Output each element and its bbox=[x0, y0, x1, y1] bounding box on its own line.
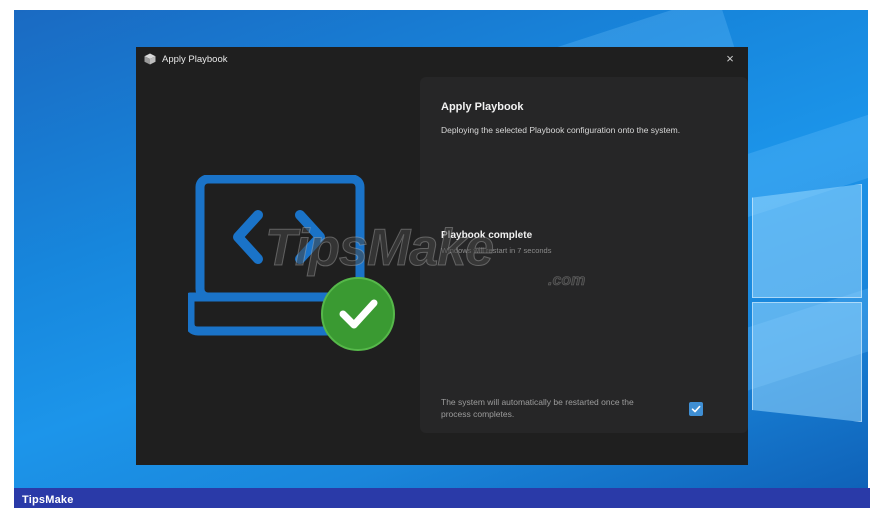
watermark-text: TipsMake bbox=[264, 219, 494, 278]
title-bar[interactable]: Apply Playbook × bbox=[136, 47, 748, 73]
close-icon: × bbox=[726, 51, 734, 66]
taskbar bbox=[14, 488, 870, 508]
panel-heading: Apply Playbook bbox=[441, 101, 524, 113]
window-title: Apply Playbook bbox=[162, 54, 228, 65]
panel-description: Deploying the selected Playbook configur… bbox=[441, 125, 681, 135]
restart-checkbox[interactable] bbox=[689, 402, 703, 416]
checkmark-circle-icon bbox=[321, 277, 395, 351]
watermark-suffix: .com bbox=[548, 272, 586, 290]
windows-logo bbox=[752, 170, 868, 440]
footer-brand: TipsMake bbox=[22, 494, 74, 506]
app-cube-icon bbox=[144, 53, 156, 65]
restart-note: The system will automatically be restart… bbox=[441, 397, 634, 419]
checkbox-checked-icon bbox=[691, 405, 701, 413]
close-button[interactable]: × bbox=[718, 49, 742, 69]
